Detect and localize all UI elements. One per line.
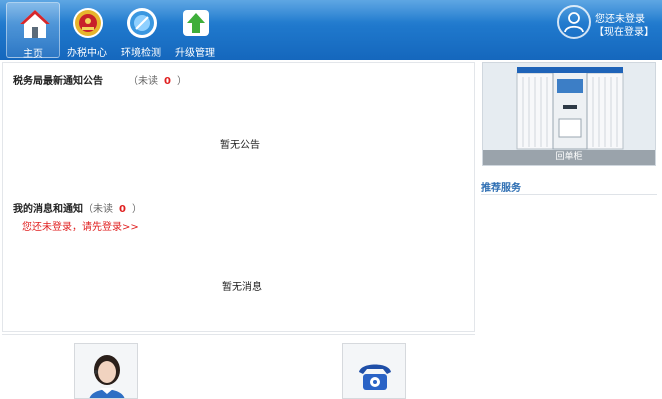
- recommended-services-title: 推荐服务: [481, 183, 521, 194]
- user-status-box: 您还未登录 【现在登录】: [557, 5, 657, 55]
- user-icon: [564, 12, 584, 33]
- service-thumbnails: [2, 334, 475, 399]
- announcements-unread: （未读 0 ）: [128, 72, 187, 87]
- unread-prefix: （未读: [83, 204, 113, 215]
- customer-service-thumb[interactable]: [74, 343, 138, 399]
- unread-suffix: ）: [131, 204, 142, 215]
- recommended-divider: [481, 194, 657, 195]
- tax-emblem-icon: [73, 8, 103, 38]
- login-now-link[interactable]: 【现在登录】: [594, 23, 654, 38]
- messages-title[interactable]: 我的消息和通知: [13, 200, 83, 215]
- hotline-thumb[interactable]: [342, 343, 406, 399]
- messages-unread: （未读 0 ）: [83, 200, 142, 215]
- home-icon: [20, 10, 50, 38]
- messages-unread-count: 0: [119, 204, 126, 215]
- unread-prefix: （未读: [128, 76, 158, 87]
- main-notice-panel: 税务局最新通知公告 （未读 0 ） 暂无公告 我的消息和通知 （未读 0 ） 您还未登录…: [2, 62, 475, 332]
- nav-tax-center[interactable]: 办税中心: [60, 2, 114, 59]
- no-announcements-text: 暂无公告: [220, 140, 260, 151]
- unread-suffix: ）: [176, 76, 187, 87]
- receipt-cabinet-banner[interactable]: 回单柜: [482, 62, 656, 166]
- nav-home[interactable]: 主页: [6, 2, 60, 60]
- no-messages-text: 暂无消息: [222, 282, 262, 293]
- nav-env-check[interactable]: 环境检测: [114, 2, 168, 59]
- telephone-icon: [343, 344, 405, 398]
- receipt-cabinet-icon: [483, 63, 655, 153]
- nav-tax-center-label: 办税中心: [67, 48, 107, 59]
- avatar[interactable]: [557, 5, 591, 39]
- promo-label: 回单柜: [483, 150, 655, 165]
- top-nav-bar: 主页 办税中心 环境检测 升级管理 您还未登录 【现在登录】: [0, 0, 662, 60]
- nav-upgrade[interactable]: 升级管理: [168, 2, 222, 59]
- nav-home-label: 主页: [23, 49, 43, 60]
- nav-env-check-label: 环境检测: [121, 48, 161, 59]
- service-agent-icon: [75, 344, 137, 398]
- upgrade-arrow-icon: [183, 10, 209, 36]
- right-sidebar: 回单柜 推荐服务: [478, 62, 662, 390]
- compass-icon: [127, 8, 157, 38]
- login-prompt-link[interactable]: 您还未登录，请先登录>>: [22, 218, 139, 233]
- nav-upgrade-label: 升级管理: [175, 48, 215, 59]
- announcements-title[interactable]: 税务局最新通知公告: [13, 72, 103, 87]
- announcements-unread-count: 0: [164, 76, 171, 87]
